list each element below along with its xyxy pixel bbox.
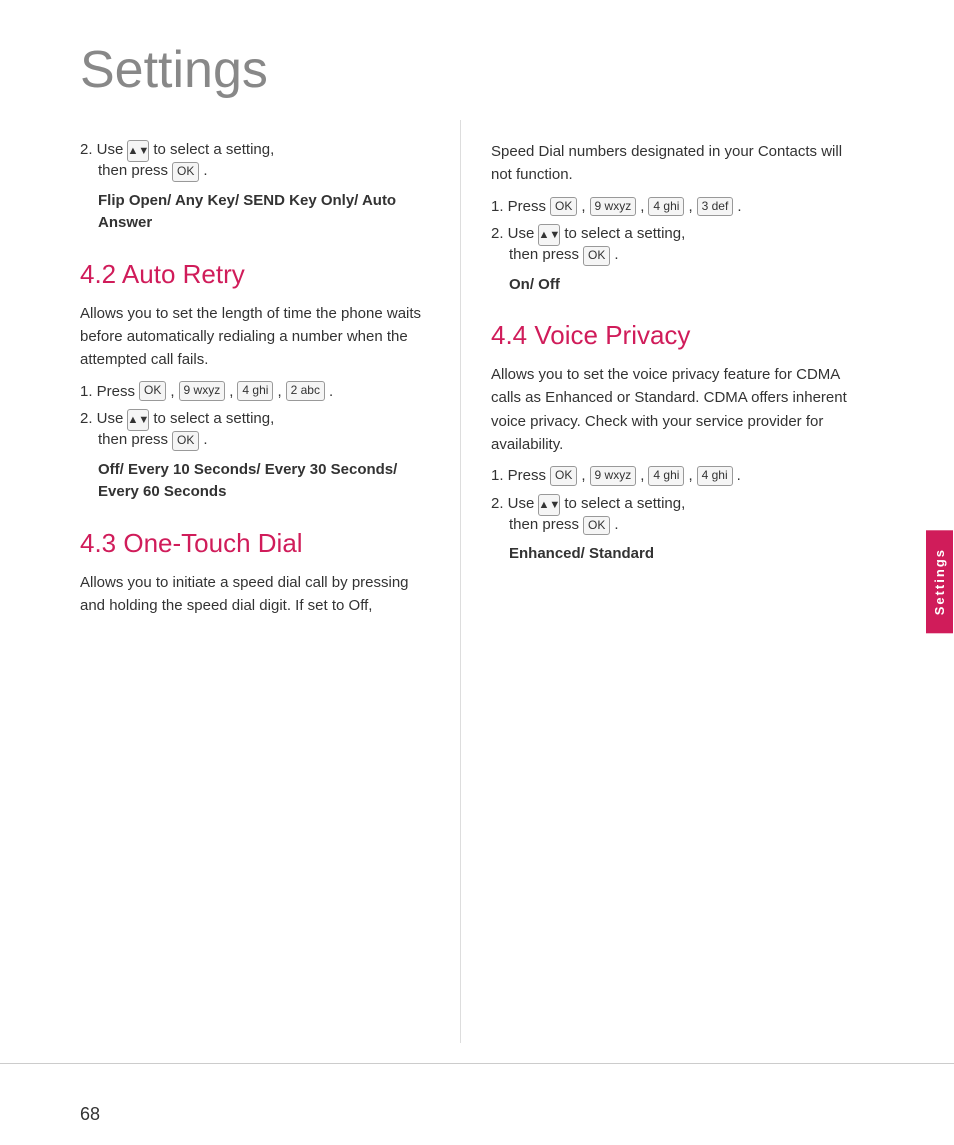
step2-arrow-icon: ▲▼ <box>127 409 149 431</box>
intro-arrow-icon: ▲▼ <box>127 140 149 162</box>
intro-then-text: then press <box>98 162 168 179</box>
left-column: 2. Use ▲▼ to select a setting, then pres… <box>0 120 460 1043</box>
step1-4-key: 4 ghi <box>237 381 273 401</box>
44-step1-ok: OK <box>550 466 577 486</box>
right-step2-to-select: to select a setting, <box>564 225 685 242</box>
intro-then-press: then press OK . <box>80 162 430 182</box>
page-number: 68 <box>0 1084 954 1145</box>
section-4-4-description: Allows you to set the voice privacy feat… <box>491 363 864 456</box>
right-step2-options: On/ Off <box>509 274 864 297</box>
right-step1: 1. Press OK , 9 wxyz , 4 ghi , 3 def . <box>491 197 864 217</box>
right-step1-4a: 4 ghi <box>648 197 684 217</box>
section-4-3-description: Allows you to initiate a speed dial call… <box>80 571 430 618</box>
intro-ok-btn: OK <box>172 162 199 182</box>
right-step1-prefix: 1. Press <box>491 198 546 215</box>
section-4-2-step1: 1. Press OK , 9 wxyz , 4 ghi , 2 abc . <box>80 381 430 401</box>
44-step1-prefix: 1. Press <box>491 467 546 484</box>
44-step2-then: then press <box>509 516 579 533</box>
44-step2-ok: OK <box>583 516 610 536</box>
section-4-2-heading: 4.2 Auto Retry <box>80 259 430 290</box>
section-4-4-step2-line1: 2. Use ▲▼ to select a setting, <box>491 494 864 516</box>
right-step2-line2: then press OK . <box>491 246 864 266</box>
section-4-4-options: Enhanced/ Standard <box>509 543 864 566</box>
44-step1-4b: 4 ghi <box>697 466 733 486</box>
intro-to-select: to select a setting, <box>153 141 274 158</box>
section-4-2-options: Off/ Every 10 Seconds/ Every 30 Seconds/… <box>98 459 430 504</box>
section-4-2-step2-line2: then press OK . <box>80 431 430 451</box>
intro-use-text: 2. Use <box>80 141 123 158</box>
right-step1-ok: OK <box>550 197 577 217</box>
page-container: Settings 2. Use ▲▼ to select a setting, … <box>0 0 954 1145</box>
intro-options: Flip Open/ Any Key/ SEND Key Only/ Auto … <box>98 190 430 235</box>
44-step1-9: 9 wxyz <box>590 466 637 486</box>
intro-period: . <box>203 162 207 179</box>
right-step2-then: then press <box>509 246 579 263</box>
bottom-separator <box>0 1063 954 1064</box>
right-step1-3: 3 def <box>697 197 734 217</box>
intro-use-line: 2. Use ▲▼ to select a setting, <box>80 140 430 162</box>
right-step2-use: 2. Use <box>491 225 534 242</box>
44-step2-arrow: ▲▼ <box>538 494 560 516</box>
step2-ok-key: OK <box>172 431 199 451</box>
step1-prefix: 1. Press <box>80 383 135 400</box>
section-4-4-step2-line2: then press OK . <box>491 516 864 536</box>
section-4-4-heading: 4.4 Voice Privacy <box>491 320 864 351</box>
step2-use-text: 2. Use <box>80 410 123 427</box>
step2-then-text: then press <box>98 431 168 448</box>
content-area: 2. Use ▲▼ to select a setting, then pres… <box>0 120 954 1043</box>
right-step2-line1: 2. Use ▲▼ to select a setting, <box>491 224 864 246</box>
step1-ok-key: OK <box>139 381 166 401</box>
right-step1-9: 9 wxyz <box>590 197 637 217</box>
right-step2-ok: OK <box>583 246 610 266</box>
44-step1-4a: 4 ghi <box>648 466 684 486</box>
section-4-2-step2-line1: 2. Use ▲▼ to select a setting, <box>80 409 430 431</box>
step1-9-key: 9 wxyz <box>179 381 226 401</box>
right-column: Speed Dial numbers designated in your Co… <box>460 120 914 1043</box>
sidebar-label: Settings <box>926 530 953 633</box>
44-step2-use: 2. Use <box>491 495 534 512</box>
section-4-3-heading: 4.3 One-Touch Dial <box>80 528 430 559</box>
right-step2-arrow: ▲▼ <box>538 224 560 246</box>
speed-dial-text: Speed Dial numbers designated in your Co… <box>491 140 864 187</box>
intro-section: 2. Use ▲▼ to select a setting, then pres… <box>80 140 430 235</box>
section-4-2-description: Allows you to set the length of time the… <box>80 302 430 372</box>
sidebar-tab-container: Settings <box>924 120 954 1043</box>
page-title: Settings <box>0 0 954 120</box>
section-4-4-step1: 1. Press OK , 9 wxyz , 4 ghi , 4 ghi . <box>491 466 864 486</box>
step2-to-select: to select a setting, <box>153 410 274 427</box>
step1-2-key: 2 abc <box>286 381 325 401</box>
44-step2-to-select: to select a setting, <box>564 495 685 512</box>
